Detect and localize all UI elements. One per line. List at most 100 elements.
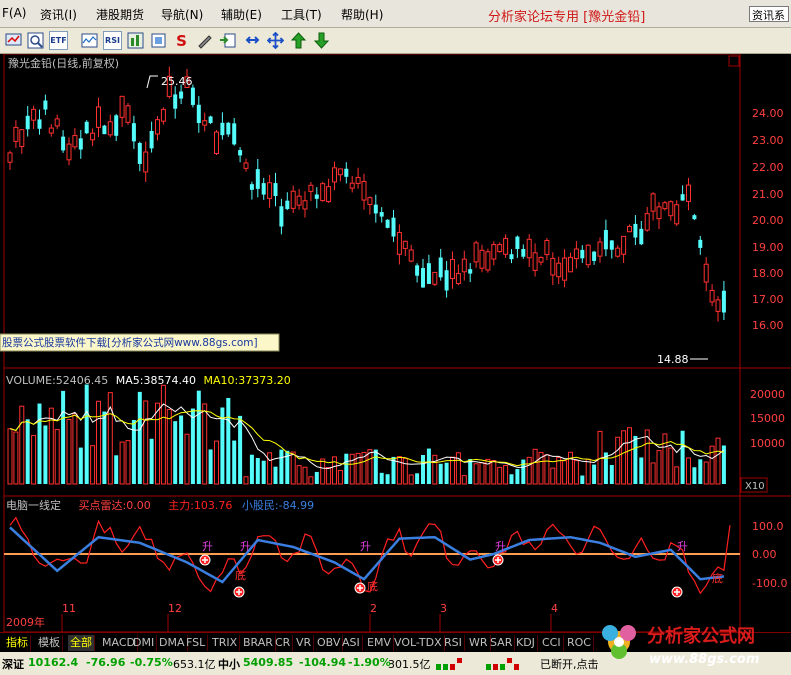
tab-cr[interactable]: CR <box>273 635 294 651</box>
tab-indicator[interactable]: 指标 <box>4 635 31 651</box>
stock-chart[interactable]: 豫光金铅(日线,前复权) 24.00 23.00 22.00 21.00 20.… <box>0 54 791 632</box>
down-arrow-icon[interactable] <box>312 31 331 50</box>
price-tick-label: 21.00 <box>752 188 784 201</box>
volume-bar <box>415 473 420 484</box>
volume-bar <box>703 461 709 485</box>
sz-index-amount: 653.1亿 <box>173 658 216 671</box>
tab-dmi[interactable]: DMI <box>131 635 158 651</box>
candle <box>314 187 319 209</box>
volume-bar <box>385 474 390 484</box>
tab-vol-tdx[interactable]: VOL-TDX <box>392 635 445 651</box>
volume-bar <box>137 391 142 484</box>
sme-index-value: 5409.85 <box>243 656 294 669</box>
import-icon[interactable] <box>218 31 237 50</box>
tab-trix[interactable]: TRIX <box>210 635 241 651</box>
s-button[interactable]: S <box>172 31 191 50</box>
tools-icon[interactable] <box>195 31 214 50</box>
chart-icon[interactable] <box>126 31 145 50</box>
candle <box>703 257 709 292</box>
candle <box>61 130 66 153</box>
search-input[interactable]: 资讯系 <box>749 6 789 22</box>
sme-index-change: -104.94 <box>299 656 347 669</box>
volume-bar <box>609 464 614 484</box>
menu-help[interactable]: 帮助(H) <box>341 6 383 23</box>
volume-bar <box>367 449 373 485</box>
menu-hk-futures[interactable]: 港股期货 <box>96 6 144 23</box>
low-label: 14.88 <box>657 353 689 366</box>
candle <box>107 114 113 138</box>
volume-bar <box>532 448 538 485</box>
tab-dma[interactable]: DMA <box>157 635 188 651</box>
stock-icon[interactable] <box>149 31 168 50</box>
volume-bar <box>54 429 60 485</box>
display-icon[interactable] <box>4 31 23 50</box>
candle <box>621 235 627 263</box>
buy-radar-label: 买点雷达:0.00 <box>79 499 151 512</box>
tab-wr[interactable]: WR <box>467 635 491 651</box>
candle <box>556 256 562 285</box>
volume-bar <box>31 434 37 485</box>
menu-file[interactable]: F(A) <box>2 6 26 20</box>
menu-news[interactable]: 资讯(I) <box>40 6 77 23</box>
candle <box>686 177 691 211</box>
volume-bar <box>585 458 591 485</box>
up-arrow-icon[interactable] <box>289 31 308 50</box>
volume-bar <box>202 403 208 485</box>
candle <box>273 172 278 207</box>
volume-bar <box>421 454 425 484</box>
tab-kdj[interactable]: KDJ <box>514 635 538 651</box>
volume-bar <box>13 431 19 485</box>
move-icon[interactable] <box>266 31 285 50</box>
tab-cci[interactable]: CCI <box>540 635 564 651</box>
candle <box>521 244 526 259</box>
tab-rsi[interactable]: RSI <box>442 635 465 651</box>
menu-assist[interactable]: 辅助(E) <box>221 6 262 23</box>
maximize-icon[interactable] <box>728 55 740 67</box>
sz-index-pct: -0.75% <box>130 656 173 669</box>
candle <box>326 178 332 203</box>
volume-bar <box>444 462 449 484</box>
candle <box>302 191 308 218</box>
menu-tools[interactable]: 工具(T) <box>281 6 322 23</box>
candle <box>461 250 467 281</box>
volume-bar <box>515 469 520 484</box>
volume-bar <box>550 467 556 485</box>
candle <box>37 109 42 135</box>
volume-bar <box>279 449 284 484</box>
candle <box>344 162 349 184</box>
etf-button[interactable]: ETF <box>49 31 68 50</box>
tab-template[interactable]: 模板 <box>36 635 63 651</box>
tab-sar[interactable]: SAR <box>488 635 516 651</box>
tab-brar[interactable]: BRAR <box>241 635 276 651</box>
candle <box>337 168 343 182</box>
sme-index-label: 中小 <box>218 658 240 671</box>
candle <box>279 198 284 235</box>
candle <box>267 175 273 208</box>
connection-status[interactable]: 已断开,点击 <box>540 656 599 672</box>
tab-emv[interactable]: EMV <box>365 635 394 651</box>
grid-icon[interactable] <box>80 31 99 50</box>
tab-all[interactable]: 全部 <box>68 635 95 651</box>
bottom-signal: 底 <box>235 568 246 582</box>
candle <box>438 248 443 281</box>
x-axis-label: 12 <box>168 602 182 615</box>
candle <box>491 241 497 266</box>
tab-fsl[interactable]: FSL <box>184 635 209 651</box>
candle <box>160 107 166 125</box>
tab-asi[interactable]: ASI <box>340 635 363 651</box>
watermark-name: 分析家公式网 <box>647 625 755 647</box>
candle <box>580 245 585 263</box>
search-icon[interactable] <box>26 31 45 50</box>
volume-bar <box>633 435 638 484</box>
x-axis-label: 4 <box>551 602 558 615</box>
volume-bar <box>674 466 680 485</box>
tab-roc[interactable]: ROC <box>565 635 594 651</box>
rsi-button[interactable]: RSI <box>103 31 122 50</box>
volume-bar <box>344 453 349 484</box>
candle <box>102 124 107 135</box>
candle <box>568 252 573 273</box>
menu-navigate[interactable]: 导航(N) <box>161 6 203 23</box>
tab-vr[interactable]: VR <box>294 635 315 651</box>
pan-icon[interactable] <box>243 31 262 50</box>
candle <box>13 120 19 149</box>
